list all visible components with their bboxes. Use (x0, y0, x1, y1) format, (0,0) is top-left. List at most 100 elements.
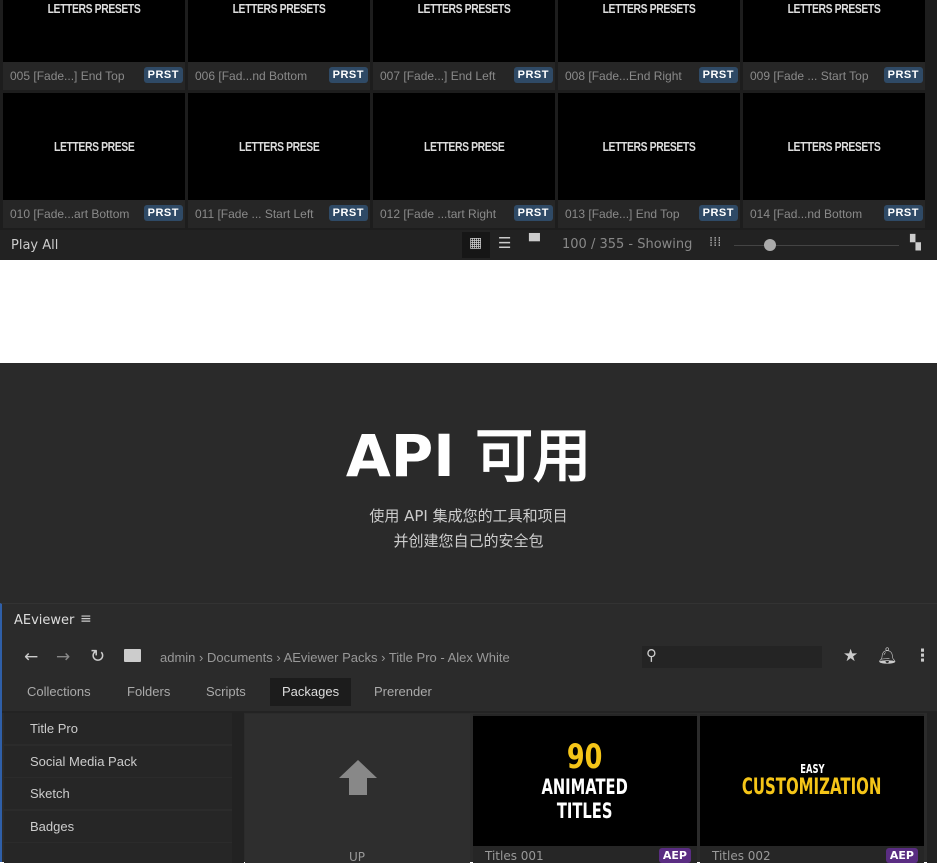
preset-tile[interactable]: LETTERS PRESETS 013 [Fade...] End Top PRS… (558, 93, 740, 228)
preset-label: 005 [Fade...] End Top (10, 69, 125, 83)
thumbnail-text: LETTERS PRESETS (47, 0, 141, 16)
prst-badge: PRST (513, 67, 553, 83)
sidebar-item[interactable]: Sketch (4, 778, 232, 809)
filmstrip-view-icon[interactable]: ▀ (529, 234, 540, 250)
search-icon: ⚲ (646, 646, 657, 664)
app-title: AEviewer (14, 613, 75, 628)
tab-folders[interactable]: Folders (115, 678, 182, 706)
thumbnail-text: LETTERS PRESE (423, 139, 505, 154)
grid-view-button[interactable]: ▦ (462, 232, 490, 258)
breadcrumb-separator-icon: › (377, 650, 389, 665)
prst-badge: PRST (513, 205, 553, 221)
package-tile[interactable]: 90 ANIMATED TITLES Titles 001 AEP (473, 714, 697, 863)
promo-section: API 可用 使用 API 集成您的工具和项目 并创建您自己的安全包 (0, 363, 937, 603)
preset-tile[interactable]: LETTERS PRESE 011 [Fade ... Start Left PR… (188, 93, 370, 228)
back-arrow-icon[interactable]: ← (24, 647, 38, 667)
preset-tile[interactable]: LETTERS PRESETS 008 [Fade...End Right PRS… (558, 0, 740, 90)
preset-label: 008 [Fade...End Right (565, 69, 682, 83)
prst-badge: PRST (883, 205, 923, 221)
preset-tile[interactable]: LETTERS PRESETS 009 [Fade ... Start Top P… (743, 0, 925, 90)
preset-label: 013 [Fade...] End Top (565, 207, 680, 221)
preset-thumbnail: LETTERS PRESE (188, 93, 370, 200)
promo-title: API 可用 (345, 422, 592, 490)
play-all-button[interactable]: Play All (11, 238, 58, 253)
breadcrumb-item[interactable]: Documents (207, 650, 273, 665)
preset-thumbnail: LETTERS PRESETS (743, 0, 925, 62)
thumb-text: TITLES (557, 799, 613, 823)
aep-badge: AEP (885, 848, 918, 863)
package-label: Titles 002 (712, 849, 771, 863)
preset-label: 014 [Fad...nd Bottom (750, 207, 863, 221)
preset-thumbnail: LETTERS PRESETS (558, 0, 740, 62)
search-input[interactable]: ⚲ (642, 646, 822, 668)
sidebar-item-empty (4, 843, 232, 863)
thumbnail-text: LETTERS PRESETS (602, 139, 696, 154)
prst-badge: PRST (698, 205, 738, 221)
sidebar-item[interactable]: Social Media Pack (4, 745, 232, 777)
breadcrumb: admin › Documents › AEviewer Packs › Tit… (160, 650, 510, 665)
preset-thumbnail: LETTERS PRESE (3, 93, 185, 200)
more-options-icon[interactable]: ⋮ (914, 646, 931, 666)
refresh-icon[interactable]: ↻ (90, 646, 105, 667)
thumbnail-text: LETTERS PRESE (238, 139, 320, 154)
sidebar-scrollbar[interactable] (232, 712, 244, 863)
preset-tile[interactable]: LETTERS PRESETS 006 [Fad...nd Bottom PRST (188, 0, 370, 90)
sidebar-item[interactable]: Title Pro (4, 713, 232, 744)
tab-collections[interactable]: Collections (15, 678, 103, 706)
forward-arrow-icon[interactable]: → (56, 647, 70, 667)
preset-label: 010 [Fade...art Bottom (10, 207, 130, 221)
preset-tile[interactable]: LETTERS PRESE 012 [Fade ...tart Right PRS… (373, 93, 555, 228)
preset-tile[interactable]: LETTERS PRESETS 014 [Fad...nd Bottom PRST (743, 93, 925, 228)
menu-icon[interactable]: ≡ (80, 611, 92, 627)
folder-icon[interactable] (124, 649, 141, 662)
up-folder-tile[interactable]: UP (245, 714, 470, 864)
preset-tile[interactable]: LETTERS PRESE 010 [Fade...art Bottom PRST (3, 93, 185, 228)
thumb-text: EASY (799, 762, 825, 776)
preset-thumbnail: LETTERS PRESE (373, 93, 555, 200)
prst-badge: PRST (883, 67, 923, 83)
thumbnail-text: LETTERS PRESETS (602, 0, 696, 16)
bottom-toolbar: Play All ▦ ☰ ▀ 100 / 355 - Showing ⁞⁞⁞ ▚ (0, 230, 937, 260)
promo-line-2: 并创建您自己的安全包 (393, 532, 544, 550)
bell-icon[interactable]: 🔔︎ (877, 646, 897, 665)
zoom-slider[interactable] (734, 239, 899, 251)
thumb-text: CUSTOMIZATION (742, 775, 882, 800)
preset-thumbnail: LETTERS PRESETS (373, 0, 555, 62)
large-thumbs-icon[interactable]: ▚ (910, 235, 921, 251)
breadcrumb-separator-icon: › (195, 650, 207, 665)
preset-thumbnail: LETTERS PRESETS (558, 93, 740, 200)
thumbnail-text: LETTERS PRESE (53, 139, 135, 154)
breadcrumb-item[interactable]: admin (160, 650, 195, 665)
zoom-slider-handle[interactable] (764, 239, 777, 251)
small-thumbs-icon[interactable]: ⁞⁞⁞ (709, 235, 721, 250)
content-scrollbar[interactable] (927, 712, 937, 863)
preset-grid-panel: LETTERS PRESETS 005 [Fade...] End Top PRS… (0, 0, 937, 260)
sidebar-item[interactable]: Badges (4, 810, 232, 842)
preset-thumbnail: LETTERS PRESETS (743, 93, 925, 200)
thumbnail-text: LETTERS PRESETS (417, 0, 511, 16)
prst-badge: PRST (143, 205, 183, 221)
grid-icon: ▦ (469, 235, 483, 251)
preset-tile[interactable]: LETTERS PRESETS 007 [Fade...] End Left PR… (373, 0, 555, 90)
aeviewer-window: AEviewer ≡ ← → ↻ admin › Documents › AEv… (0, 603, 937, 864)
preset-label: 012 [Fade ...tart Right (380, 207, 497, 221)
up-arrow-icon (339, 760, 377, 778)
promo-line-1: 使用 API 集成您的工具和项目 (369, 507, 568, 525)
preset-tile[interactable]: LETTERS PRESETS 005 [Fade...] End Top PRS… (3, 0, 185, 90)
list-view-icon[interactable]: ☰ (498, 234, 511, 252)
thumbnail-text: LETTERS PRESETS (232, 0, 326, 16)
prst-badge: PRST (328, 67, 368, 83)
package-label: Titles 001 (485, 849, 544, 863)
star-icon[interactable]: ★ (843, 646, 858, 666)
preset-label: 011 [Fade ... Start Left (195, 207, 314, 221)
tab-prerender[interactable]: Prerender (362, 678, 444, 706)
tab-scripts[interactable]: Scripts (194, 678, 258, 706)
breadcrumb-item[interactable]: Title Pro - Alex White (389, 650, 510, 665)
package-tile[interactable]: EASY CUSTOMIZATION Titles 002 AEP (700, 714, 924, 863)
breadcrumb-item[interactable]: AEviewer Packs (284, 650, 378, 665)
tab-packages[interactable]: Packages (270, 678, 352, 706)
thumbnail-text: LETTERS PRESETS (787, 0, 881, 16)
package-thumbnail: 90 ANIMATED TITLES (473, 716, 697, 846)
breadcrumb-separator-icon: › (272, 650, 284, 665)
preset-thumbnail: LETTERS PRESETS (3, 0, 185, 62)
